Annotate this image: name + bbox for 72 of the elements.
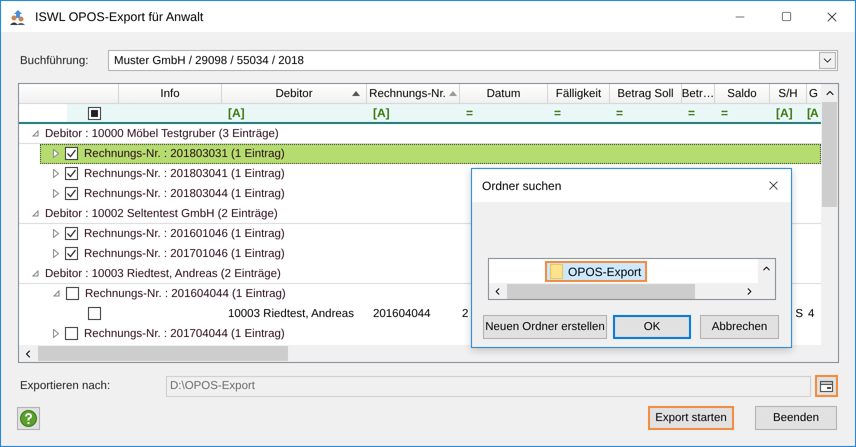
column-header[interactable]: Rechnungs-Nr. <box>367 84 460 103</box>
accounting-dropdown[interactable]: Muster GmbH / 29098 / 55034 / 2018 <box>108 50 838 71</box>
filter-operator[interactable]: [A <box>807 106 818 120</box>
expanded-arrow-icon[interactable] <box>32 210 39 217</box>
invoice-row-label[interactable]: Rechnungs-Nr. : 201803031 (1 Eintrag) <box>84 148 285 160</box>
group-row-label[interactable]: Debitor : 10003 Riedtest, Andreas (2 Einträge) <box>45 268 281 280</box>
dialog-button[interactable]: OK <box>613 315 691 339</box>
maximize-icon[interactable] <box>780 11 792 22</box>
expanded-arrow-icon[interactable] <box>53 290 60 297</box>
checkbox[interactable] <box>65 327 78 340</box>
column-header[interactable]: Betrag Soll <box>610 84 682 103</box>
filter-operator[interactable]: [A] <box>373 106 390 120</box>
filter-operator[interactable]: [A] <box>776 106 793 120</box>
checkbox[interactable] <box>65 167 78 180</box>
dialog-button[interactable]: Neuen Ordner erstellen <box>483 315 607 339</box>
expanded-arrow-icon[interactable] <box>32 130 39 137</box>
table-cell: 4 <box>808 308 814 320</box>
expanded-arrow-icon[interactable] <box>32 270 39 277</box>
checkbox[interactable] <box>88 307 101 320</box>
filter-operator[interactable]: = <box>466 106 474 120</box>
filter-operator[interactable]: = <box>554 106 562 120</box>
dialog-button[interactable]: Abbrechen <box>700 315 779 339</box>
column-header[interactable]: Info <box>119 84 222 103</box>
collapsed-arrow-icon[interactable] <box>53 149 59 158</box>
collapsed-arrow-icon[interactable] <box>53 329 59 338</box>
invoice-row-label[interactable]: Rechnungs-Nr. : 201701046 (1 Eintrag) <box>84 248 285 260</box>
invoice-row-label[interactable]: Rechnungs-Nr. : 201803041 (1 Eintrag) <box>84 168 285 180</box>
action-button[interactable]: Beenden <box>755 406 837 430</box>
invoice-row-label[interactable]: Rechnungs-Nr. : 201601046 (1 Eintrag) <box>84 228 285 240</box>
column-header[interactable]: Datum <box>460 84 548 103</box>
collapsed-arrow-icon[interactable] <box>53 189 59 198</box>
group-row-label[interactable]: Debitor : 10002 Seltentest GmbH (2 Einträge) <box>45 208 278 220</box>
checkbox[interactable] <box>65 227 78 240</box>
selected-row[interactable]: Rechnungs-Nr. : 201803031 (1 Eintrag) <box>40 144 821 164</box>
checkbox[interactable] <box>65 247 78 260</box>
accounting-label: Buchführung: <box>20 54 90 66</box>
column-header[interactable]: S/H <box>770 84 807 103</box>
column-header[interactable]: Betr… <box>682 84 715 103</box>
checkbox[interactable] <box>65 147 78 160</box>
column-header[interactable]: Fälligkeit <box>548 84 610 103</box>
table-cell: S <box>795 308 803 320</box>
table-cell: 10003 Riedtest, Andreas <box>228 308 354 320</box>
folder-item[interactable]: OPOS-Export <box>545 261 648 282</box>
collapsed-arrow-icon[interactable] <box>53 249 59 258</box>
collapsed-arrow-icon[interactable] <box>53 169 59 178</box>
filter-operator[interactable]: [A] <box>228 106 245 120</box>
checkbox[interactable] <box>65 187 78 200</box>
select-all-checkbox[interactable] <box>88 106 101 120</box>
collapsed-arrow-icon[interactable] <box>53 229 59 238</box>
window-icon <box>820 380 833 392</box>
app-icon <box>9 8 27 24</box>
table-cell: 201604044 <box>373 308 431 320</box>
column-header[interactable]: Debitor <box>222 84 367 103</box>
export-path-field[interactable]: D:\OPOS-Export <box>166 376 811 396</box>
invoice-row-label[interactable]: Rechnungs-Nr. : 201704044 (1 Eintrag) <box>84 328 285 340</box>
help-button[interactable] <box>17 406 40 430</box>
table-cell: 2 <box>462 308 468 320</box>
window-title: ISWL OPOS-Export für Anwalt <box>35 10 204 24</box>
filter-operator[interactable]: = <box>721 106 728 120</box>
dropdown-caret-icon[interactable] <box>819 52 836 69</box>
filter-operator[interactable]: = <box>688 106 696 120</box>
checkbox[interactable] <box>66 287 79 300</box>
export-path-label: Exportieren nach: <box>20 380 112 392</box>
action-button[interactable]: Export starten <box>648 406 734 430</box>
invoice-row-label[interactable]: Rechnungs-Nr. : 201803044 (1 Eintrag) <box>84 188 285 200</box>
dialog-title: Ordner suchen <box>482 178 562 192</box>
column-header[interactable]: Saldo <box>715 84 770 103</box>
browse-button[interactable] <box>815 375 838 397</box>
invoice-row-label[interactable]: Rechnungs-Nr. : 201604044 (1 Eintrag) <box>85 288 286 300</box>
folder-icon <box>550 264 563 279</box>
filter-operator[interactable]: = <box>616 106 624 120</box>
group-row-label[interactable]: Debitor : 10000 Möbel Testgruber (3 Einträge) <box>45 128 279 140</box>
